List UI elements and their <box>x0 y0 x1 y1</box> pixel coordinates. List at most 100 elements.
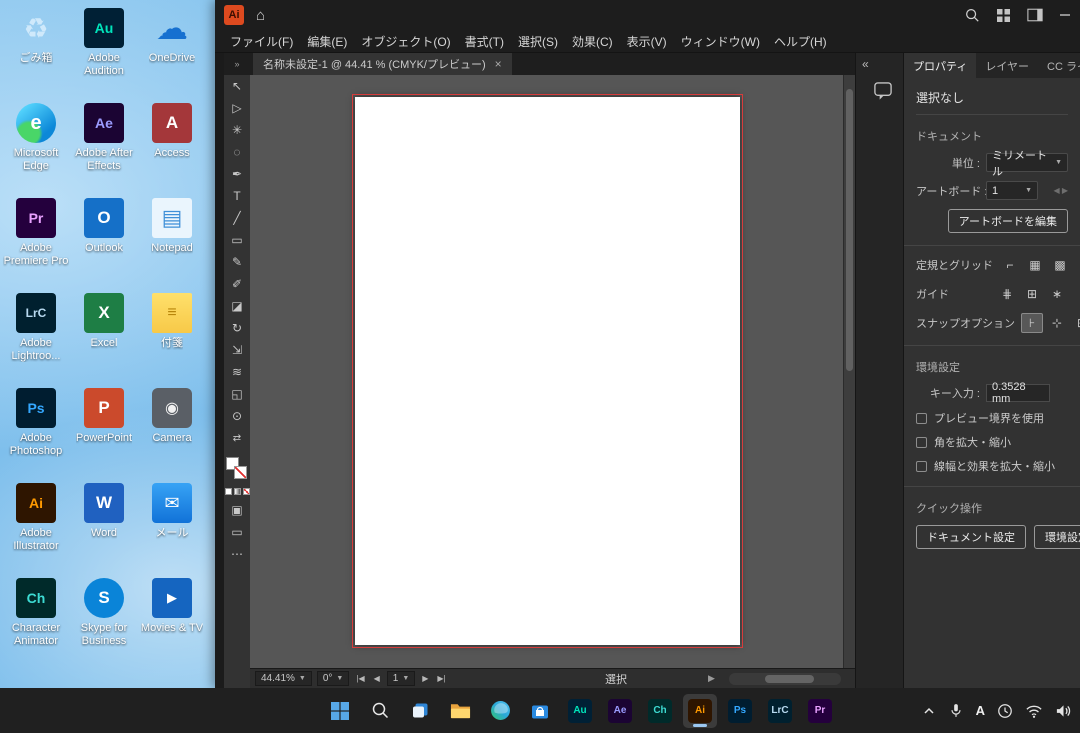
screen-mode-icon[interactable]: ▭ <box>224 521 250 543</box>
taskbar-character-animator[interactable]: Ch <box>643 694 677 728</box>
desktop-icon-adobe-illustrator[interactable]: Ai Adobe Illustrator <box>2 477 70 572</box>
checkbox[interactable] <box>916 461 927 472</box>
vertical-scrollbar[interactable] <box>843 75 855 668</box>
drawing-mode-icon[interactable]: ▣ <box>224 499 250 521</box>
lasso-tool[interactable]: ◌ <box>224 141 250 163</box>
desktop-icon-powerpoint[interactable]: P PowerPoint <box>70 382 138 477</box>
transparency-grid-icon[interactable]: ▩ <box>1049 255 1071 275</box>
grid-icon[interactable]: ▦ <box>1024 255 1046 275</box>
artboard-guides-icon[interactable]: ⊞ <box>1021 284 1043 304</box>
selection-tool[interactable]: ↖ <box>224 75 250 97</box>
desktop-icon-excel[interactable]: X Excel <box>70 287 138 382</box>
paintbrush-tool[interactable]: ✎ <box>224 251 250 273</box>
menu-select[interactable]: 選択(S) <box>511 31 565 52</box>
color-button[interactable] <box>225 488 232 495</box>
canvas-pasteboard[interactable] <box>250 75 855 668</box>
line-segment-tool[interactable]: ╱ <box>224 207 250 229</box>
taskbar-after-effects[interactable]: Ae <box>603 694 637 728</box>
snap-to-glyph-icon[interactable]: ⊟ <box>1071 313 1080 333</box>
smart-guides-icon[interactable]: ∗ <box>1046 284 1068 304</box>
desktop-icon-adobe-photoshop[interactable]: Ps Adobe Photoshop <box>2 382 70 477</box>
menu-object[interactable]: オブジェクト(O) <box>354 31 457 52</box>
checkbox[interactable] <box>916 413 927 424</box>
clock-icon[interactable] <box>997 703 1013 719</box>
desktop-icon-movies-tv[interactable]: ▶ Movies & TV <box>138 572 206 667</box>
last-artboard-button[interactable]: ▶| <box>435 674 447 683</box>
preference-checkbox-row[interactable]: 角を拡大・縮小 <box>916 434 1068 450</box>
unit-select[interactable]: ミリメートル ▼ <box>986 153 1068 172</box>
horizontal-scrollbar-thumb[interactable] <box>765 675 814 683</box>
desktop-icon-notepad[interactable]: ▤ Notepad <box>138 192 206 287</box>
menu-edit[interactable]: 編集(E) <box>300 31 354 52</box>
desktop-icon-onedrive[interactable]: ☁ OneDrive <box>138 2 206 97</box>
guides-icon[interactable]: ⋕ <box>996 284 1018 304</box>
search-icon[interactable] <box>964 7 980 23</box>
task-view-button[interactable] <box>403 694 437 728</box>
key-input-field[interactable]: 0.3528 mm <box>986 384 1050 402</box>
gradient-button[interactable] <box>234 488 241 495</box>
artboard-navigation-select[interactable]: 1 ▼ <box>387 671 416 686</box>
desktop-icon-word[interactable]: W Word <box>70 477 138 572</box>
horizontal-scrollbar[interactable] <box>729 673 841 685</box>
tab-layers[interactable]: レイヤー <box>976 53 1038 78</box>
desktop-icon-camera[interactable]: ◉ Camera <box>138 382 206 477</box>
vertical-scrollbar-thumb[interactable] <box>846 89 853 371</box>
preferences-button[interactable]: 環境設定 <box>1034 525 1080 549</box>
file-explorer-icon[interactable] <box>443 694 477 728</box>
desktop-icon-skype[interactable]: S Skype for Business <box>70 572 138 667</box>
illustrator-app-icon[interactable]: Ai <box>224 5 244 25</box>
menu-view[interactable]: 表示(V) <box>620 31 674 52</box>
menu-help[interactable]: ヘルプ(H) <box>767 31 834 52</box>
workspace-switcher-icon[interactable] <box>996 8 1011 23</box>
microphone-icon[interactable] <box>948 702 964 719</box>
taskbar-audition[interactable]: Au <box>563 694 597 728</box>
document-tab[interactable]: 名称未設定-1 @ 44.41 % (CMYK/プレビュー) × <box>253 53 512 75</box>
minimize-button[interactable] <box>1059 9 1071 21</box>
desktop-icon-character-animator[interactable]: Ch Character Animator <box>2 572 70 667</box>
scale-tool[interactable]: ⇲ <box>224 339 250 361</box>
zoom-tool[interactable]: ⊙ <box>224 405 250 427</box>
desktop-icon-microsoft-edge[interactable]: e Microsoft Edge <box>2 97 70 192</box>
artboard-prev-next-icons[interactable]: ◀ ▶ <box>1053 186 1068 195</box>
rectangle-tool[interactable]: ▭ <box>224 229 250 251</box>
status-menu-arrow-icon[interactable]: ▶ <box>708 673 715 684</box>
desktop-icon-outlook[interactable]: O Outlook <box>70 192 138 287</box>
fill-stroke-swatches[interactable] <box>224 457 250 483</box>
desktop-icon-adobe-premiere-pro[interactable]: Pr Adobe Premiere Pro <box>2 192 70 287</box>
desktop-icon-adobe-after-effects[interactable]: Ae Adobe After Effects <box>70 97 138 192</box>
type-tool[interactable]: T <box>224 185 250 207</box>
desktop-icon-mail[interactable]: ✉ メール <box>138 477 206 572</box>
toolbar-expand-icon[interactable]: » <box>224 53 250 75</box>
menu-window[interactable]: ウィンドウ(W) <box>674 31 767 52</box>
menu-effect[interactable]: 効果(C) <box>565 31 620 52</box>
desktop-icon-recycle-bin[interactable]: ♻ ごみ箱 <box>2 2 70 97</box>
ime-mode-indicator[interactable]: A <box>976 703 985 718</box>
menu-file[interactable]: ファイル(F) <box>223 31 300 52</box>
snap-to-point-icon[interactable]: ⊦ <box>1021 313 1043 333</box>
magic-wand-tool[interactable]: ✳ <box>224 119 250 141</box>
store-icon[interactable] <box>523 694 557 728</box>
start-button[interactable] <box>323 694 357 728</box>
tab-cc-libraries[interactable]: CC ライブラリ <box>1038 53 1080 78</box>
edit-toolbar-icon[interactable]: ⋯ <box>224 543 250 565</box>
volume-icon[interactable] <box>1055 703 1072 719</box>
first-artboard-button[interactable]: |◀ <box>354 674 366 683</box>
edge-icon[interactable] <box>483 694 517 728</box>
width-tool[interactable]: ≋ <box>224 361 250 383</box>
tab-close-icon[interactable]: × <box>495 57 502 71</box>
taskbar-lightroom[interactable]: LrC <box>763 694 797 728</box>
checkbox[interactable] <box>916 437 927 448</box>
shape-builder-tool[interactable]: ◱ <box>224 383 250 405</box>
edit-artboards-button[interactable]: アートボードを編集 <box>948 209 1068 233</box>
wifi-icon[interactable] <box>1025 703 1043 719</box>
taskbar-search[interactable] <box>363 694 397 728</box>
taskbar-illustrator[interactable]: Ai <box>683 694 717 728</box>
comments-panel-icon[interactable] <box>862 81 903 101</box>
home-icon[interactable]: ⌂ <box>256 7 265 24</box>
swap-fill-stroke-icon[interactable]: ⇄ <box>224 427 250 449</box>
snap-to-grid-icon[interactable]: ⊹ <box>1046 313 1068 333</box>
ruler-icon[interactable]: ⌐ <box>999 255 1021 275</box>
direct-selection-tool[interactable]: ▷ <box>224 97 250 119</box>
tab-properties[interactable]: プロパティ <box>904 53 976 78</box>
preference-checkbox-row[interactable]: 線幅と効果を拡大・縮小 <box>916 458 1068 474</box>
